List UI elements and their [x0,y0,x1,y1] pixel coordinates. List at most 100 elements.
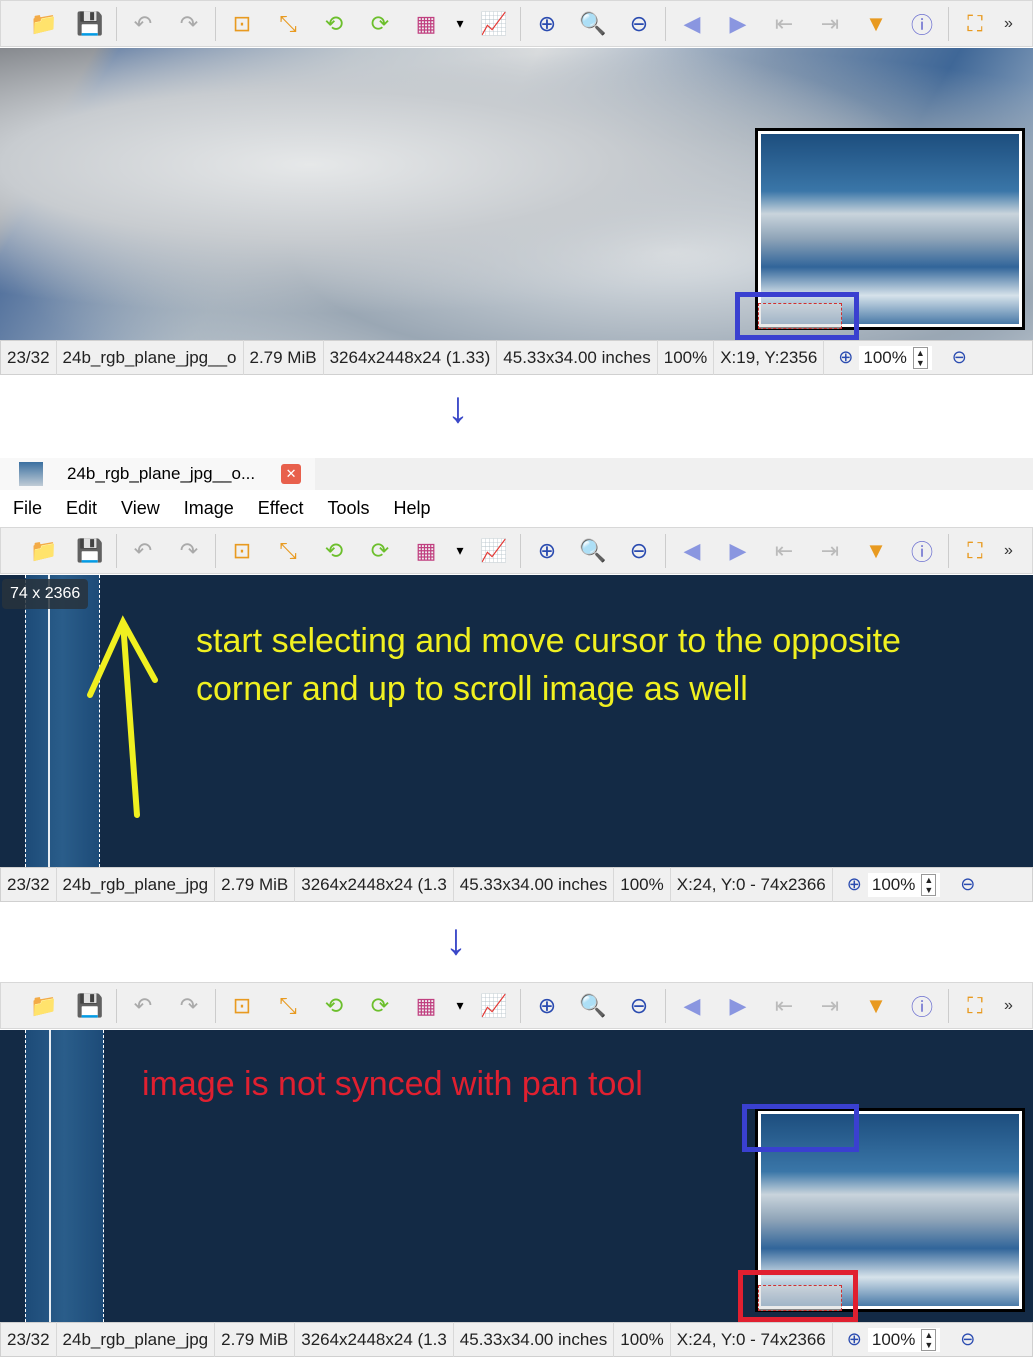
save-button[interactable]: 💾 [72,6,108,42]
color-adjust-button[interactable]: ▦ [408,6,444,42]
redo-button[interactable]: ↷ [171,988,207,1024]
zoom-input[interactable]: 100% ▲ ▼ [867,872,941,897]
rotate-right-button[interactable]: ⟳ [362,533,398,569]
save-button[interactable]: 💾 [72,533,108,569]
resize-button[interactable]: ⤡ [270,533,306,569]
zoom-spinner[interactable]: ▲ ▼ [921,873,937,896]
zoom-in-button[interactable]: ⊕ [529,533,565,569]
fullscreen-button[interactable]: ⛶ [957,6,993,42]
zoom-out-button[interactable]: ⊖ [621,988,657,1024]
color-adjust-icon: ▦ [415,992,437,1018]
crop-icon: ⊡ [232,10,252,36]
undo-button[interactable]: ↶ [125,533,161,569]
slideshow-button[interactable]: ▼ [858,533,894,569]
close-tab-button[interactable]: ✕ [281,464,302,484]
menu-view[interactable]: View [121,498,160,519]
zoom-1to1-button[interactable]: 🔍 [575,533,611,569]
zoom-input[interactable]: 100% ▲ ▼ [859,345,932,370]
rotate-left-button[interactable]: ⟲ [316,6,352,42]
toolbar-overflow-button[interactable]: » [1004,542,1013,560]
toolbar-separator [665,533,666,568]
undo-button[interactable]: ↶ [125,6,161,42]
rotate-left-button[interactable]: ⟲ [316,533,352,569]
zoom-spinner[interactable]: ▲ ▼ [921,1328,937,1351]
highlight-red-box [738,1270,858,1322]
dropdown-button[interactable]: ▾ [454,533,466,569]
redo-button[interactable]: ↷ [171,533,207,569]
zoom-out-button[interactable]: ⊖ [621,533,657,569]
image-view[interactable]: 74 x 2366 start selecting and move curso… [0,575,1033,867]
zoom-in-icon[interactable]: ⊕ [847,874,862,895]
info-button[interactable]: ⓘ [904,988,940,1024]
menu-file[interactable]: File [13,498,42,519]
fullscreen-button[interactable]: ⛶ [957,988,993,1024]
crop-button[interactable]: ⊡ [224,988,260,1024]
menu-tools[interactable]: Tools [327,498,369,519]
zoom-spinner[interactable]: ▲ ▼ [912,346,928,369]
zoom-1to1-button[interactable]: 🔍 [575,6,611,42]
menu-image[interactable]: Image [184,498,234,519]
slideshow-button[interactable]: ▼ [858,988,894,1024]
selection-strip[interactable] [25,1030,104,1322]
status-index: 23/32 [1,340,57,375]
zoom-in-icon: ⊕ [537,537,557,563]
histogram-button[interactable]: 📈 [476,533,512,569]
crop-button[interactable]: ⊡ [224,6,260,42]
zoom-in-icon[interactable]: ⊕ [847,1329,862,1350]
down-arrow: ↓ [447,383,469,432]
slideshow-button[interactable]: ▼ [858,6,894,42]
image-view[interactable]: image is not synced with pan tool [0,1030,1033,1322]
menu-help[interactable]: Help [394,498,431,519]
zoom-1to1-button[interactable]: 🔍 [575,988,611,1024]
previous-button[interactable]: ◀ [674,533,710,569]
histogram-button[interactable]: 📈 [476,988,512,1024]
zoom-in-icon[interactable]: ⊕ [838,347,853,368]
color-adjust-button[interactable]: ▦ [408,533,444,569]
info-button[interactable]: ⓘ [904,6,940,42]
next-button[interactable]: ▶ [720,533,756,569]
menu-effect[interactable]: Effect [258,498,304,519]
rotate-right-button[interactable]: ⟳ [362,988,398,1024]
toolbar-overflow-button[interactable]: » [1004,997,1013,1015]
rotate-right-button[interactable]: ⟳ [362,6,398,42]
next-button[interactable]: ▶ [720,988,756,1024]
dropdown-button[interactable]: ▾ [454,988,466,1024]
first-button[interactable]: ⇤ [766,988,802,1024]
status-size: 2.79 MiB [215,1322,296,1357]
histogram-button[interactable]: 📈 [476,6,512,42]
zoom-in-button[interactable]: ⊕ [529,6,565,42]
open-folder-button[interactable]: 📁 [26,6,62,42]
toolbar-overflow-button[interactable]: » [1004,15,1013,33]
zoom-out-icon[interactable]: ⊖ [952,347,967,368]
first-button[interactable]: ⇤ [766,6,802,42]
save-button[interactable]: 💾 [72,988,108,1024]
last-button[interactable]: ⇥ [812,988,848,1024]
zoom-out-icon[interactable]: ⊖ [960,1329,975,1350]
resize-button[interactable]: ⤡ [270,988,306,1024]
open-folder-button[interactable]: 📁 [26,533,62,569]
last-button[interactable]: ⇥ [812,6,848,42]
info-button[interactable]: ⓘ [904,533,940,569]
zoom-input[interactable]: 100% ▲ ▼ [867,1327,941,1352]
previous-button[interactable]: ◀ [674,6,710,42]
first-button[interactable]: ⇤ [766,533,802,569]
toolbar-separator [116,6,117,41]
crop-button[interactable]: ⊡ [224,533,260,569]
image-view[interactable] [0,48,1033,340]
last-button[interactable]: ⇥ [812,533,848,569]
resize-button[interactable]: ⤡ [270,6,306,42]
open-folder-button[interactable]: 📁 [26,988,62,1024]
undo-button[interactable]: ↶ [125,988,161,1024]
redo-button[interactable]: ↷ [171,6,207,42]
previous-button[interactable]: ◀ [674,988,710,1024]
next-button[interactable]: ▶ [720,6,756,42]
rotate-left-button[interactable]: ⟲ [316,988,352,1024]
fullscreen-button[interactable]: ⛶ [957,533,993,569]
zoom-out-icon[interactable]: ⊖ [960,874,975,895]
dropdown-button[interactable]: ▾ [454,6,466,42]
menu-edit[interactable]: Edit [66,498,97,519]
color-adjust-button[interactable]: ▦ [408,988,444,1024]
zoom-in-button[interactable]: ⊕ [529,988,565,1024]
zoom-out-button[interactable]: ⊖ [621,6,657,42]
tab-image[interactable]: 24b_rgb_plane_jpg__o... ✕ [0,458,315,490]
